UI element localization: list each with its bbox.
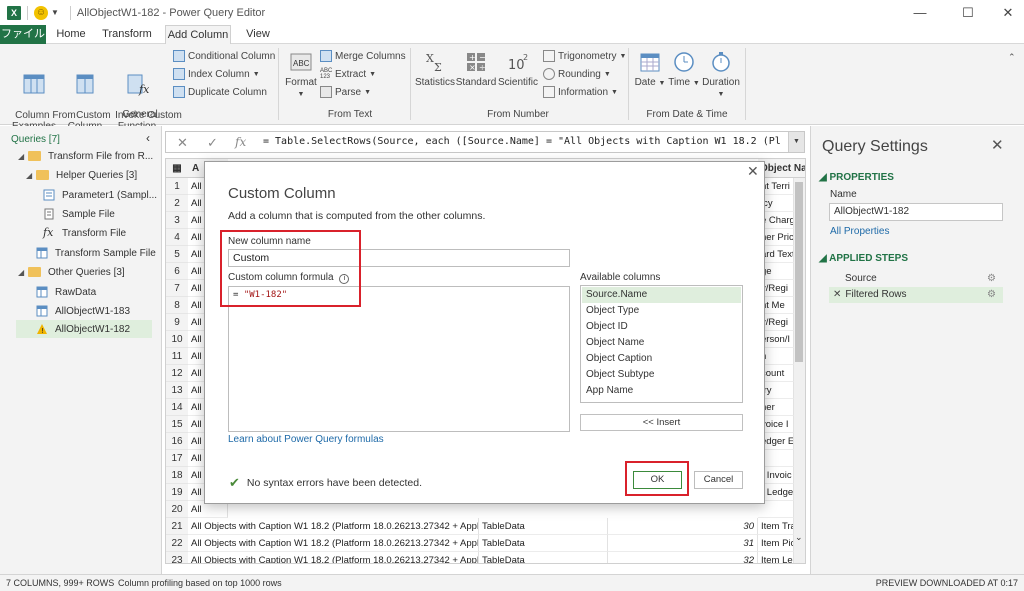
available-column-item[interactable]: Object Caption bbox=[582, 351, 741, 367]
syntax-status: ✔ No syntax errors have been detected. bbox=[229, 475, 422, 491]
modal-overlay: ✕ Custom Column Add a column that is com… bbox=[0, 0, 1024, 591]
cancel-button[interactable]: Cancel bbox=[694, 471, 743, 489]
custom-formula-editor[interactable]: = "W1-182" bbox=[228, 286, 570, 432]
available-column-item[interactable]: Source.Name bbox=[582, 287, 741, 303]
highlight-box-ok bbox=[625, 461, 689, 496]
learn-formulas-link[interactable]: Learn about Power Query formulas bbox=[228, 434, 384, 445]
highlight-box-name-formula bbox=[220, 230, 361, 307]
custom-column-dialog: ✕ Custom Column Add a column that is com… bbox=[204, 161, 765, 504]
available-column-item[interactable]: Object Name bbox=[582, 335, 741, 351]
insert-button[interactable]: << Insert bbox=[580, 414, 743, 431]
available-columns-list[interactable]: Source.Name Object Type Object ID Object… bbox=[580, 285, 743, 403]
syntax-status-text: No syntax errors have been detected. bbox=[246, 477, 423, 489]
available-columns-label: Available columns bbox=[580, 272, 661, 283]
available-column-item[interactable]: App Name bbox=[582, 383, 741, 399]
available-column-item[interactable]: Object Type bbox=[582, 303, 741, 319]
checkmark-icon: ✔ bbox=[229, 475, 240, 490]
dialog-description: Add a column that is computed from the o… bbox=[228, 210, 486, 222]
available-column-item[interactable]: Object Subtype bbox=[582, 367, 741, 383]
dialog-title: Custom Column bbox=[228, 185, 336, 202]
available-column-item[interactable]: Object ID bbox=[582, 319, 741, 335]
close-icon[interactable]: ✕ bbox=[747, 163, 759, 180]
